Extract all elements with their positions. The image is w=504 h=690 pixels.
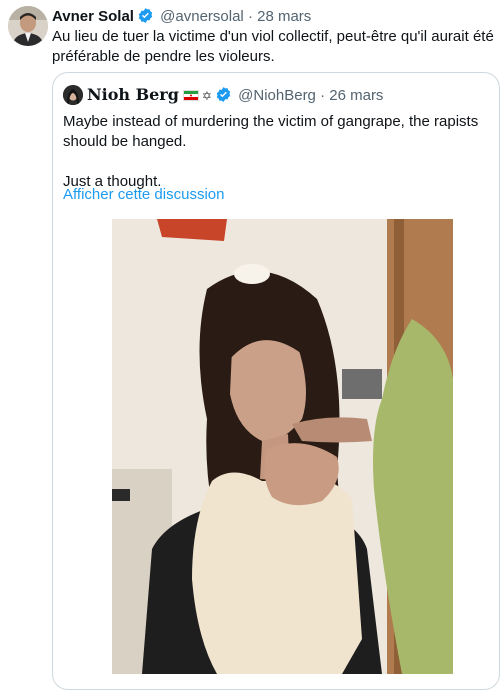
quoted-tweet-photo[interactable] [112, 219, 453, 674]
star-of-david-icon: ✡ [201, 89, 212, 103]
iran-flag-icon [182, 90, 199, 101]
separator-dot: · [247, 8, 253, 25]
author-name[interactable]: Avner Solal [52, 8, 134, 25]
show-thread-link[interactable]: Afficher cette discussion [63, 185, 224, 205]
quoted-tweet-text: Maybe instead of murdering the victim of… [63, 112, 493, 192]
quoted-author-handle[interactable]: @NiohBerg [238, 87, 316, 104]
quoted-tweet[interactable]: Nioh Berg ✡ @NiohBerg · 26 mars Maybe ins… [52, 72, 500, 690]
quoted-text-paragraph: Maybe instead of murdering the victim of… [63, 113, 479, 150]
tweet-header: Avner Solal @avnersolal · 28 mars [52, 7, 311, 29]
quoted-tweet-header: Nioh Berg ✡ @NiohBerg · 26 mars [87, 85, 383, 109]
separator-dot: · [320, 87, 326, 104]
quoted-author-avatar[interactable] [63, 85, 83, 105]
author-handle[interactable]: @avnersolal [160, 8, 244, 25]
verified-badge-icon [215, 86, 232, 109]
tweet: Avner Solal @avnersolal · 28 mars Au lie… [0, 0, 504, 690]
quoted-tweet-date[interactable]: 26 mars [329, 87, 383, 104]
tweet-date[interactable]: 28 mars [257, 8, 311, 25]
quoted-author-name[interactable]: Nioh Berg [87, 85, 179, 104]
tweet-text: Au lieu de tuer la victime d'un viol col… [52, 28, 494, 65]
verified-badge-icon [137, 7, 154, 29]
author-avatar[interactable] [8, 6, 48, 46]
